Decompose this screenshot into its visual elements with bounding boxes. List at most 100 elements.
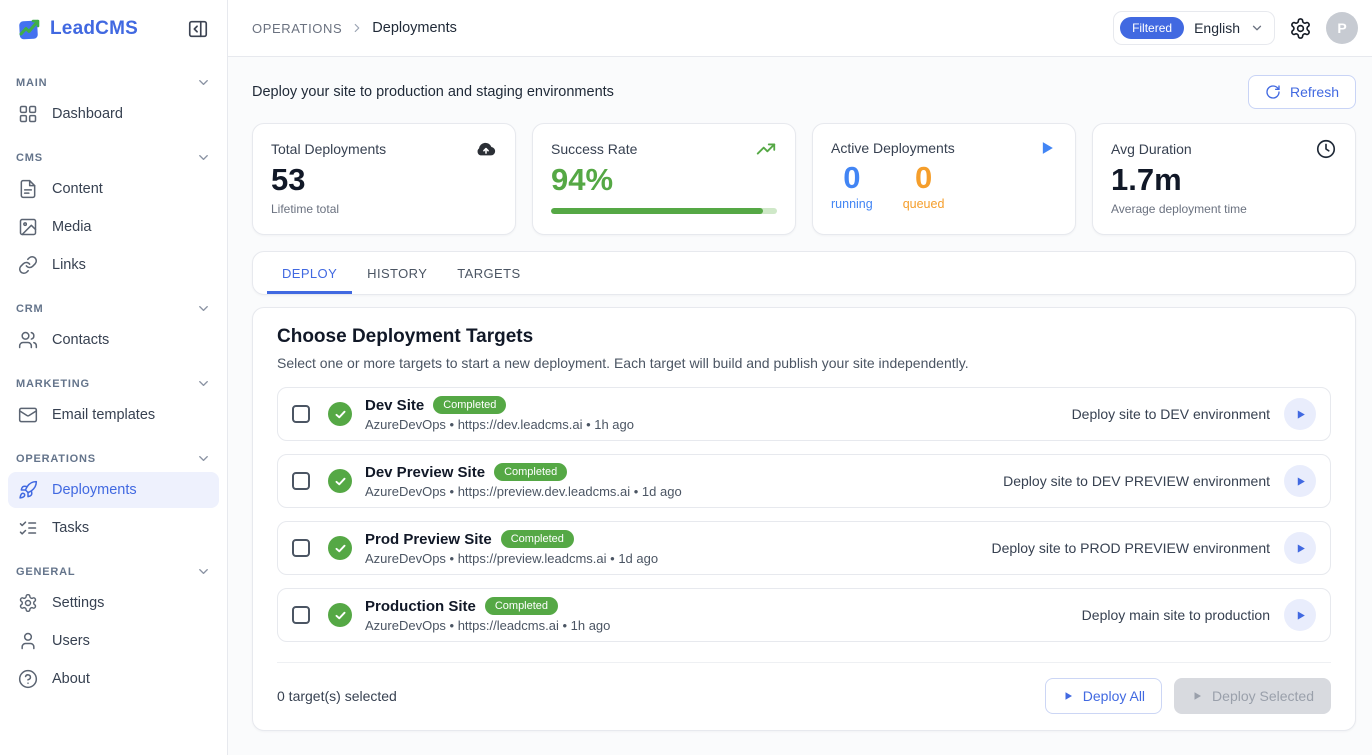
help-circle-icon — [18, 669, 38, 689]
stat-caption: Lifetime total — [271, 202, 497, 216]
deploy-target-play-button[interactable] — [1284, 599, 1316, 631]
check-circle-icon — [328, 402, 352, 426]
tab-history[interactable]: HISTORY — [352, 252, 442, 294]
panel-title: Choose Deployment Targets — [277, 326, 1331, 348]
app-name: LeadCMS — [50, 18, 138, 40]
page-description: Deploy your site to production and stagi… — [252, 84, 614, 100]
stat-card-total-deployments: Total Deployments 53 Lifetime total — [252, 123, 516, 235]
stat-value: 94% — [551, 162, 777, 198]
status-badge: Completed — [485, 597, 558, 615]
play-icon — [1294, 408, 1307, 421]
refresh-button[interactable]: Refresh — [1248, 75, 1356, 109]
sidebar-item-settings[interactable]: Settings — [8, 585, 219, 621]
sidebar-item-dashboard[interactable]: Dashboard — [8, 96, 219, 132]
tab-targets[interactable]: TARGETS — [442, 252, 535, 294]
sidebar-item-email-templates[interactable]: Email templates — [8, 397, 219, 433]
deploy-target-play-button[interactable] — [1284, 532, 1316, 564]
deploy-selected-button[interactable]: Deploy Selected — [1174, 678, 1331, 714]
sidebar-item-deployments[interactable]: Deployments — [8, 472, 219, 508]
sidebar-section-general: GENERAL Settings Users About — [0, 560, 227, 697]
section-header-marketing[interactable]: MARKETING — [0, 372, 227, 395]
chevron-down-icon — [196, 564, 211, 579]
stat-title: Success Rate — [551, 141, 637, 157]
filtered-badge[interactable]: Filtered — [1120, 17, 1184, 39]
top-bar-actions: Filtered English P — [1113, 11, 1358, 45]
mail-icon — [18, 405, 38, 425]
target-checkbox[interactable] — [292, 606, 310, 624]
sidebar-item-label: About — [52, 671, 90, 687]
sidebar-section-crm: CRM Contacts — [0, 297, 227, 358]
sidebar-item-media[interactable]: Media — [8, 209, 219, 245]
section-header-general[interactable]: GENERAL — [0, 560, 227, 583]
chevron-down-icon — [196, 75, 211, 90]
sidebar-item-about[interactable]: About — [8, 661, 219, 697]
section-label: MAIN — [16, 77, 47, 89]
sidebar-item-content[interactable]: Content — [8, 171, 219, 207]
section-header-cms[interactable]: CMS — [0, 146, 227, 169]
target-action-text: Deploy site to DEV PREVIEW environment — [1003, 473, 1270, 489]
sidebar-section-cms: CMS Content Media Links — [0, 146, 227, 283]
check-circle-icon — [328, 603, 352, 627]
section-label: MARKETING — [16, 378, 90, 390]
deploy-all-button[interactable]: Deploy All — [1045, 678, 1162, 714]
play-icon — [1191, 690, 1203, 702]
deploy-all-label: Deploy All — [1083, 688, 1145, 704]
settings-button[interactable] — [1289, 17, 1312, 40]
page-content: Deploy your site to production and stagi… — [228, 57, 1372, 731]
sidebar-item-links[interactable]: Links — [8, 247, 219, 283]
sidebar-header: LeadCMS — [0, 0, 227, 57]
list-checks-icon — [18, 518, 38, 538]
target-checkbox[interactable] — [292, 405, 310, 423]
sidebar-item-tasks[interactable]: Tasks — [8, 510, 219, 546]
target-action-text: Deploy main site to production — [1082, 607, 1270, 623]
sidebar-item-users[interactable]: Users — [8, 623, 219, 659]
users-icon — [18, 330, 38, 350]
selected-count-text: 0 target(s) selected — [277, 688, 397, 704]
rocket-icon — [18, 480, 38, 500]
collapse-sidebar-button[interactable] — [183, 14, 213, 44]
target-name: Prod Preview Site — [365, 531, 492, 548]
app-logo[interactable]: LeadCMS — [16, 16, 138, 42]
chevron-down-icon — [1250, 21, 1264, 35]
section-header-operations[interactable]: OPERATIONS — [0, 447, 227, 470]
avatar[interactable]: P — [1326, 12, 1358, 44]
top-bar: OPERATIONS Deployments Filtered English … — [228, 0, 1372, 57]
sidebar-item-label: Email templates — [52, 407, 155, 423]
success-progress-track — [551, 208, 777, 214]
gear-icon — [1289, 17, 1312, 40]
sidebar-section-operations: OPERATIONS Deployments Tasks — [0, 447, 227, 546]
sidebar-section-marketing: MARKETING Email templates — [0, 372, 227, 433]
deploy-selected-label: Deploy Selected — [1212, 688, 1314, 704]
sidebar-item-label: Media — [52, 219, 92, 235]
sidebar-item-label: Users — [52, 633, 90, 649]
language-selector[interactable]: Filtered English — [1113, 11, 1275, 45]
breadcrumb-section[interactable]: OPERATIONS — [252, 21, 342, 36]
tab-deploy[interactable]: DEPLOY — [267, 252, 352, 294]
deploy-target-play-button[interactable] — [1284, 465, 1316, 497]
sidebar-item-label: Dashboard — [52, 106, 123, 122]
queued-stat: 0 queued — [903, 160, 945, 211]
refresh-icon — [1265, 84, 1281, 100]
section-label: OPERATIONS — [16, 453, 96, 465]
target-name: Dev Site — [365, 397, 424, 414]
stat-card-success-rate: Success Rate 94% — [532, 123, 796, 235]
sidebar-section-main: MAIN Dashboard — [0, 71, 227, 132]
section-header-main[interactable]: MAIN — [0, 71, 227, 94]
deploy-target-play-button[interactable] — [1284, 398, 1316, 430]
dashboard-grid-icon — [18, 104, 38, 124]
target-meta: AzureDevOps • https://leadcms.ai • 1h ag… — [365, 618, 1070, 633]
stat-title: Active Deployments — [831, 140, 955, 156]
sidebar-item-contacts[interactable]: Contacts — [8, 322, 219, 358]
gear-icon — [18, 593, 38, 613]
status-badge: Completed — [494, 463, 567, 481]
image-icon — [18, 217, 38, 237]
chevron-right-icon — [350, 21, 364, 35]
target-checkbox[interactable] — [292, 472, 310, 490]
target-meta: AzureDevOps • https://preview.dev.leadcm… — [365, 484, 991, 499]
section-header-crm[interactable]: CRM — [0, 297, 227, 320]
target-checkbox[interactable] — [292, 539, 310, 557]
stat-caption: Average deployment time — [1111, 202, 1337, 216]
play-icon — [1294, 475, 1307, 488]
panel-footer: 0 target(s) selected Deploy All Deploy S… — [277, 662, 1331, 714]
refresh-label: Refresh — [1290, 84, 1339, 100]
